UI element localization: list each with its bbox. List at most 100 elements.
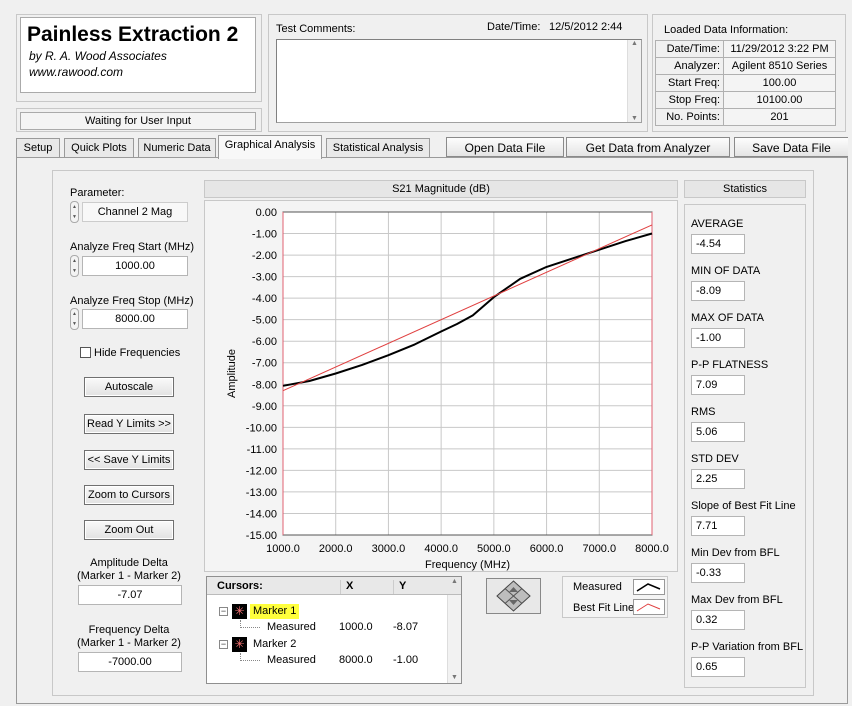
- scroll-up-icon[interactable]: ▲: [448, 578, 461, 585]
- stat-value: 5.06: [691, 422, 745, 442]
- y-axis-label: Amplitude: [226, 349, 238, 398]
- autoscale-button[interactable]: Autoscale: [84, 377, 174, 397]
- marker-2-x: 8000.0: [339, 654, 373, 666]
- y-tick-label: -7.00: [252, 358, 277, 370]
- y-tick-label: -11.00: [247, 444, 277, 456]
- tab-statistical-analysis[interactable]: Statistical Analysis: [326, 138, 430, 158]
- y-tick-label: -12.00: [246, 465, 277, 477]
- loaded-key: Date/Time:: [655, 40, 724, 58]
- stat-label: AVERAGE: [691, 218, 744, 230]
- marker-1-y: -8.07: [393, 621, 419, 633]
- marker-1-name[interactable]: Marker 1: [250, 604, 300, 619]
- save-data-file-button[interactable]: Save Data File: [734, 137, 848, 157]
- loaded-value: 11/29/2012 3:22 PM: [723, 40, 836, 58]
- chart-title: S21 Magnitude (dB): [392, 183, 490, 195]
- marker-2-series: Measured: [267, 654, 316, 666]
- freq-stop-input[interactable]: 8000.00: [82, 309, 188, 329]
- freq-start-spinner[interactable]: ▲ ▼: [70, 255, 79, 277]
- tab-setup[interactable]: Setup: [16, 138, 60, 158]
- stat-label: P-P Variation from BFL: [691, 641, 804, 653]
- cursor-move-pad[interactable]: [486, 578, 541, 614]
- s21-chart[interactable]: 0.00 -1.00 -2.00 -3.00 -4.00 -5.00 -6.00 -7.00 -…: [204, 200, 678, 572]
- marker-2-name[interactable]: Marker 2: [250, 637, 299, 652]
- status-box: Waiting for User Input: [20, 112, 256, 130]
- loaded-value: 10100.00: [723, 91, 836, 109]
- stat-value: 0.65: [691, 657, 745, 677]
- parameter-select[interactable]: Channel 2 Mag: [82, 202, 188, 222]
- save-y-limits-button[interactable]: << Save Y Limits: [84, 450, 174, 470]
- app-url: www.rawood.com: [29, 65, 124, 79]
- comments-label: Test Comments:: [276, 23, 356, 35]
- marker-1-series: Measured: [267, 621, 316, 633]
- stat-label: RMS: [691, 406, 716, 418]
- loaded-key: Stop Freq:: [655, 91, 724, 109]
- diamond-pad-icon[interactable]: [487, 579, 540, 613]
- tab-numeric-data[interactable]: Numeric Data: [138, 138, 216, 158]
- amplitude-delta-subtitle: (Marker 1 - Marker 2): [77, 570, 181, 582]
- tab-quick-plots[interactable]: Quick Plots: [64, 138, 134, 158]
- tree-collapse-icon[interactable]: −: [219, 607, 228, 616]
- get-data-button[interactable]: Get Data from Analyzer: [566, 137, 730, 157]
- freq-start-input[interactable]: 1000.00: [82, 256, 188, 276]
- scroll-down-icon[interactable]: ▼: [448, 674, 461, 681]
- legend-measured-swatch[interactable]: [633, 579, 665, 595]
- loaded-row: Date/Time: 11/29/2012 3:22 PM: [655, 40, 836, 58]
- y-tick-label: -2.00: [252, 250, 277, 262]
- scroll-up-icon[interactable]: ▲: [628, 40, 641, 47]
- amplitude-delta-title: Amplitude Delta: [90, 557, 168, 569]
- marker-2-y: -1.00: [393, 654, 419, 666]
- y-tick-label: -8.00: [252, 379, 277, 391]
- amplitude-delta-label: Amplitude Delta (Marker 1 - Marker 2): [70, 557, 188, 583]
- frequency-delta-title: Frequency Delta: [88, 624, 170, 636]
- x-tick-label: 2000.0: [319, 543, 353, 555]
- y-tick-label: -4.00: [252, 293, 277, 305]
- title-box: Painless Extraction 2 by R. A. Wood Asso…: [20, 17, 256, 93]
- loaded-row: Analyzer: Agilent 8510 Series: [655, 57, 836, 75]
- cursors-y-header: Y: [393, 580, 406, 594]
- x-axis-label: Frequency (MHz): [425, 559, 510, 571]
- x-tick-label: 5000.0: [477, 543, 511, 555]
- cursor-table[interactable]: Cursors: X Y ▲ ▼ − ✳ Marker 1 Measured 1…: [206, 576, 462, 684]
- freq-stop-spinner[interactable]: ▲ ▼: [70, 308, 79, 330]
- loaded-key: Start Freq:: [655, 74, 724, 92]
- zoom-to-cursors-button[interactable]: Zoom to Cursors: [84, 485, 174, 505]
- app-byline: by R. A. Wood Associates: [29, 49, 167, 63]
- stat-value: -4.54: [691, 234, 745, 254]
- stat-label: MAX OF DATA: [691, 312, 764, 324]
- legend-bestfit-swatch[interactable]: [633, 599, 665, 615]
- loaded-value: 201: [723, 108, 836, 126]
- tree-branch: [240, 660, 260, 661]
- cursor-table-header: Cursors: X Y: [207, 577, 461, 595]
- loaded-title: Loaded Data Information:: [664, 24, 789, 36]
- loaded-table: Date/Time: 11/29/2012 3:22 PM Analyzer: Ag…: [655, 40, 836, 126]
- amplitude-delta-value: -7.07: [78, 585, 182, 605]
- tree-collapse-icon[interactable]: −: [219, 640, 228, 649]
- zoom-out-button[interactable]: Zoom Out: [84, 520, 174, 540]
- cursor-scrollbar[interactable]: ▲ ▼: [447, 578, 461, 683]
- stat-value: 2.25: [691, 469, 745, 489]
- stat-value: 7.71: [691, 516, 745, 536]
- stat-value: 0.32: [691, 610, 745, 630]
- parameter-spinner[interactable]: ▲ ▼: [70, 201, 79, 223]
- frequency-delta-subtitle: (Marker 1 - Marker 2): [77, 637, 181, 649]
- tab-graphical-analysis[interactable]: Graphical Analysis: [218, 135, 322, 159]
- y-tick-label: -3.00: [252, 272, 277, 284]
- comments-textarea[interactable]: ▲ ▼: [276, 39, 642, 123]
- y-tick-label: -13.00: [246, 487, 277, 499]
- stat-value: -0.33: [691, 563, 745, 583]
- x-tick-labels: 1000.0 2000.0 3000.0 4000.0 5000.0 6000.0 7000…: [266, 543, 669, 555]
- marker-1-icon: ✳: [232, 604, 247, 619]
- y-tick-label: -14.00: [246, 508, 277, 520]
- datetime-label: Date/Time:: [487, 21, 541, 33]
- x-tick-label: 3000.0: [372, 543, 406, 555]
- comments-scrollbar[interactable]: ▲ ▼: [627, 40, 641, 122]
- scroll-down-icon[interactable]: ▼: [628, 115, 641, 122]
- open-data-file-button[interactable]: Open Data File: [446, 137, 564, 157]
- hide-frequencies-checkbox[interactable]: [80, 347, 91, 358]
- read-y-limits-button[interactable]: Read Y Limits >>: [84, 414, 174, 434]
- cursors-x-header: X: [340, 580, 353, 594]
- stat-label: P-P FLATNESS: [691, 359, 769, 371]
- marker-1-x: 1000.0: [339, 621, 373, 633]
- parameter-label: Parameter:: [70, 187, 125, 199]
- cursors-header: Cursors:: [217, 580, 263, 592]
